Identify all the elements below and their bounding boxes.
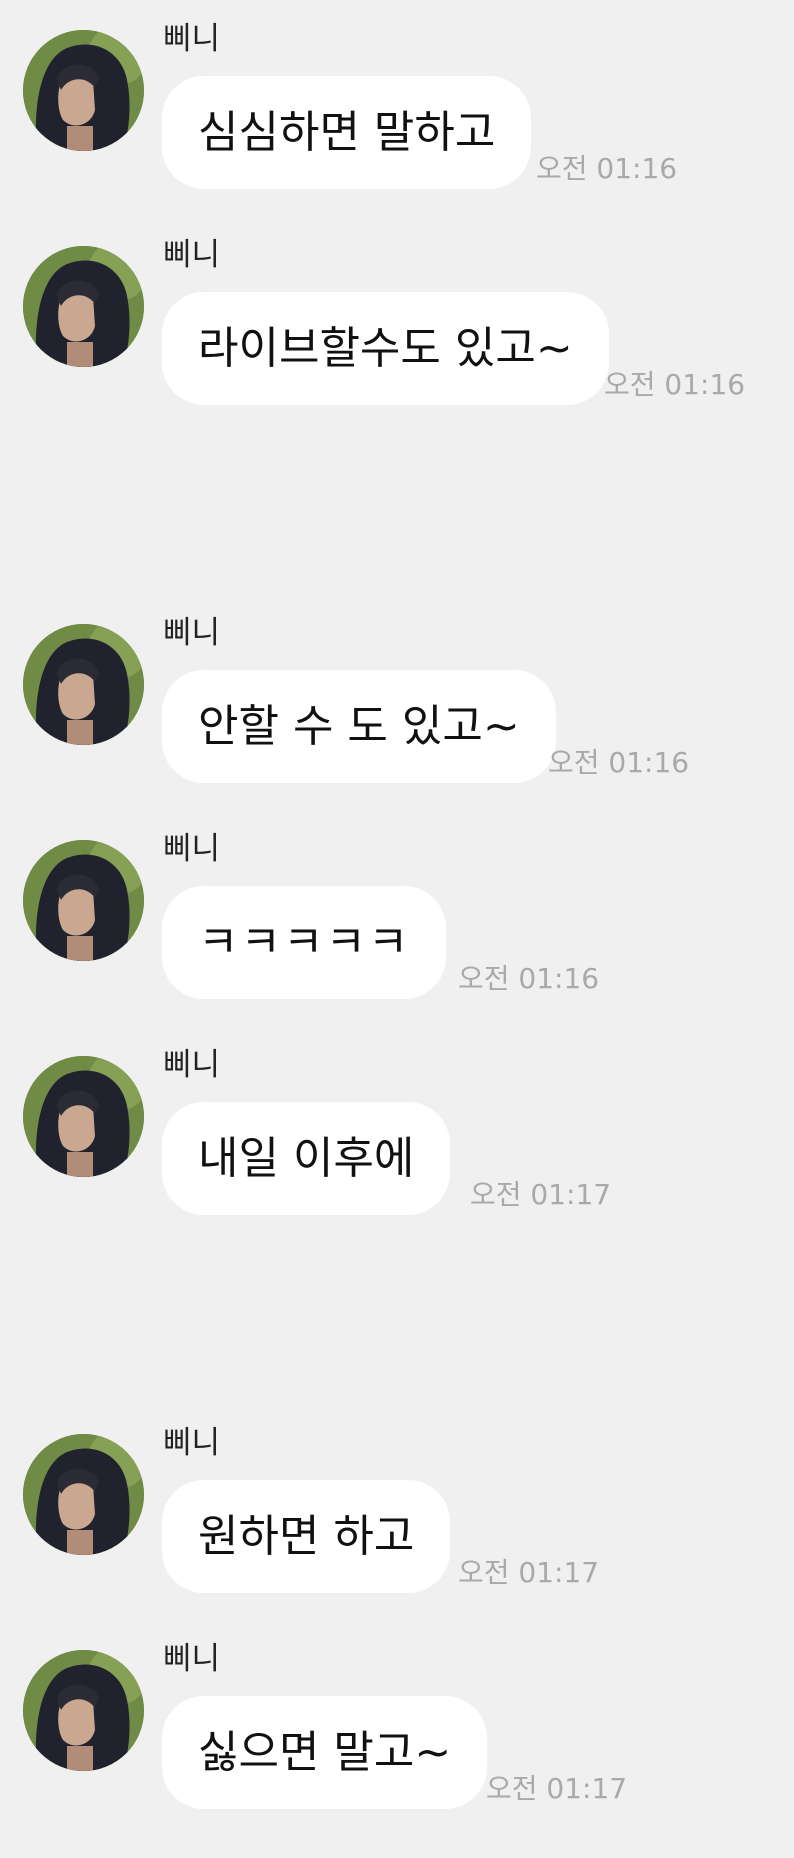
message-timestamp: 오전 01:17 [470, 1178, 612, 1211]
message-row: 삐니 싫으면 말고~ 오전 01:17 [0, 1620, 794, 1809]
message-bubble[interactable]: 라이브할수도 있고~ [162, 292, 609, 405]
message-timestamp: 오전 01:16 [458, 962, 600, 995]
avatar[interactable] [23, 246, 144, 367]
profile-photo-icon [23, 30, 144, 151]
message-bubble[interactable]: 안할 수 도 있고~ [162, 670, 556, 783]
message-timestamp: 오전 01:17 [486, 1772, 628, 1805]
profile-photo-icon [23, 1650, 144, 1771]
sender-name: 삐니 [163, 21, 221, 57]
message-row: 삐니 심심하면 말하고 오전 01:16 [0, 0, 794, 189]
message-bubble[interactable]: 싫으면 말고~ [162, 1696, 488, 1809]
message-bubble[interactable]: 원하면 하고 [162, 1480, 451, 1593]
avatar[interactable] [23, 30, 144, 151]
profile-photo-icon [23, 624, 144, 745]
avatar[interactable] [23, 1650, 144, 1771]
sender-name: 삐니 [163, 831, 221, 867]
profile-photo-icon [23, 840, 144, 961]
sender-name: 삐니 [163, 1425, 221, 1461]
sender-name: 삐니 [163, 615, 221, 651]
profile-photo-icon [23, 1056, 144, 1177]
message-row: 삐니 원하면 하고 오전 01:17 [0, 1404, 794, 1593]
avatar[interactable] [23, 1434, 144, 1555]
message-timestamp: 오전 01:16 [536, 152, 678, 185]
message-row: 삐니 ㅋㅋㅋㅋㅋ 오전 01:16 [0, 810, 794, 999]
message-timestamp: 오전 01:16 [604, 368, 746, 401]
sender-name: 삐니 [163, 1641, 221, 1677]
message-row: 삐니 안할 수 도 있고~ 오전 01:16 [0, 594, 794, 783]
avatar[interactable] [23, 624, 144, 745]
message-bubble[interactable]: 심심하면 말하고 [162, 76, 532, 189]
profile-photo-icon [23, 246, 144, 367]
sender-name: 삐니 [163, 237, 221, 273]
message-bubble[interactable]: 내일 이후에 [162, 1102, 451, 1215]
profile-photo-icon [23, 1434, 144, 1555]
message-timestamp: 오전 01:17 [458, 1556, 600, 1589]
message-timestamp: 오전 01:16 [548, 746, 690, 779]
message-row: 삐니 라이브할수도 있고~ 오전 01:16 [0, 216, 794, 405]
avatar[interactable] [23, 840, 144, 961]
sender-name: 삐니 [163, 1047, 221, 1083]
message-bubble[interactable]: ㅋㅋㅋㅋㅋ [162, 886, 447, 999]
avatar[interactable] [23, 1056, 144, 1177]
message-row: 삐니 내일 이후에 오전 01:17 [0, 1026, 794, 1215]
